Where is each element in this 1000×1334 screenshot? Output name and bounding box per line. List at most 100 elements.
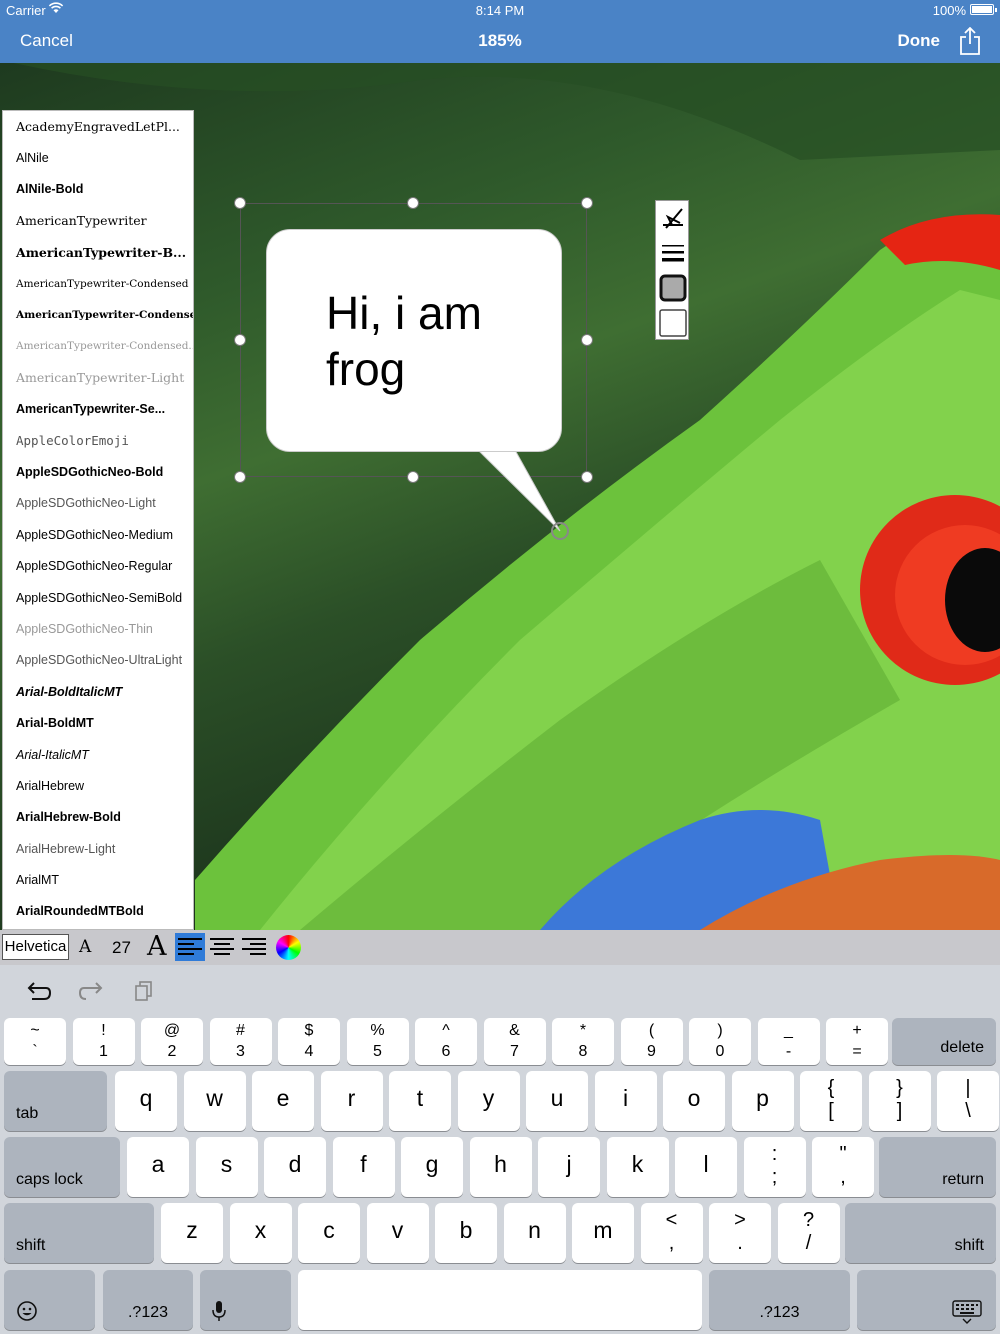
key-y[interactable]: y [457, 1071, 520, 1131]
key-label: 7 [510, 1043, 519, 1060]
align-center-icon[interactable] [207, 933, 237, 961]
key-t[interactable]: t [389, 1071, 451, 1131]
key-label: shift [954, 1237, 984, 1254]
key-a[interactable]: a [127, 1137, 189, 1197]
key-9[interactable]: (9 [620, 1018, 683, 1065]
key-1[interactable]: ! 1 [72, 1018, 135, 1065]
key-p[interactable]: p [731, 1071, 794, 1131]
key-][interactable]: }] [868, 1071, 931, 1131]
key-`[interactable]: ~ ` [4, 1018, 66, 1065]
key-;[interactable]: :; [743, 1137, 806, 1197]
tab-key[interactable]: tab [4, 1071, 107, 1131]
bubble-text[interactable]: Hi, i am frog [326, 285, 546, 397]
key-label: < [665, 1209, 678, 1231]
key-label: 0 [715, 1043, 725, 1060]
microphone-key[interactable] [200, 1270, 291, 1330]
key-label: . [737, 1232, 743, 1254]
key-label: * [579, 1022, 587, 1039]
emoji-key[interactable] [4, 1270, 95, 1330]
key-=[interactable]: + = [826, 1018, 888, 1065]
key-u[interactable]: u [526, 1071, 588, 1131]
key-[[interactable]: {[ [800, 1071, 862, 1131]
caps-lock-key[interactable]: caps lock [4, 1137, 120, 1197]
key-w[interactable]: w [183, 1071, 246, 1131]
line-weight-icon[interactable] [658, 238, 688, 268]
color-wheel-icon[interactable] [276, 935, 301, 960]
key-label: _ [784, 1022, 793, 1039]
align-right-icon[interactable] [239, 933, 269, 961]
keyboard-hide-key[interactable] [857, 1270, 996, 1330]
fill-icon[interactable] [658, 273, 688, 303]
tail-handle[interactable] [551, 522, 569, 540]
key-n[interactable]: n [503, 1203, 566, 1263]
key-label: b [459, 1217, 473, 1243]
key-b[interactable]: b [435, 1203, 497, 1263]
redo-icon[interactable] [78, 980, 104, 1002]
style-toolbar [655, 200, 689, 340]
key-d[interactable]: d [264, 1137, 326, 1197]
key-0[interactable]: ) 0 [689, 1018, 751, 1065]
key-3[interactable]: #3 [209, 1018, 272, 1065]
key--[interactable]: _ - [757, 1018, 820, 1065]
microphone-icon [212, 1301, 226, 1321]
shift-right-key[interactable]: shift [845, 1203, 996, 1263]
delete-key[interactable]: delete [892, 1018, 996, 1065]
numbers-right-key[interactable]: .?123 [709, 1270, 850, 1330]
key-j[interactable]: j [538, 1137, 600, 1197]
key-5[interactable]: % 5 [346, 1018, 409, 1065]
key-label: $ [304, 1022, 314, 1039]
key-c[interactable]: c [298, 1203, 360, 1263]
key-,[interactable]: <, [640, 1203, 703, 1263]
key-label: delete [940, 1039, 984, 1056]
key-.[interactable]: >. [709, 1203, 771, 1263]
key-l[interactable]: l [675, 1137, 737, 1197]
key-label: { [827, 1077, 835, 1099]
key-h[interactable]: h [469, 1137, 532, 1197]
key-label: f [360, 1151, 367, 1177]
space-key[interactable] [298, 1270, 702, 1330]
align-left-icon[interactable] [175, 933, 205, 961]
key-label: ^ [442, 1022, 450, 1039]
key-e[interactable]: e [252, 1071, 314, 1131]
key-label: z [186, 1217, 198, 1243]
key-label: m [593, 1217, 613, 1243]
key-g[interactable]: g [401, 1137, 463, 1197]
key-r[interactable]: r [320, 1071, 383, 1131]
key-label: k [631, 1151, 644, 1177]
outline-icon[interactable] [658, 308, 688, 338]
key-z[interactable]: z [161, 1203, 223, 1263]
key-label: 2 [167, 1043, 177, 1060]
key-label: ) [717, 1022, 723, 1039]
key-o[interactable]: o [663, 1071, 725, 1131]
undo-icon[interactable] [26, 980, 52, 1002]
key-/[interactable]: ? / [777, 1203, 840, 1263]
shift-left-key[interactable]: shift [4, 1203, 154, 1263]
key-label: + [852, 1022, 862, 1039]
font-name-field[interactable]: Helvetica [2, 934, 69, 960]
key-,[interactable]: ", [812, 1137, 874, 1197]
key-f[interactable]: f [332, 1137, 395, 1197]
paste-icon[interactable] [132, 980, 158, 1002]
key-6[interactable]: ^ 6 [415, 1018, 477, 1065]
key-7[interactable]: & 7 [483, 1018, 546, 1065]
emoji-icon [17, 1301, 37, 1321]
key-\[interactable]: | \ [937, 1071, 999, 1131]
key-2[interactable]: @2 [141, 1018, 203, 1065]
key-k[interactable]: k [606, 1137, 669, 1197]
pen-icon[interactable] [658, 203, 688, 233]
key-i[interactable]: i [594, 1071, 657, 1131]
key-label: 8 [578, 1043, 588, 1060]
key-m[interactable]: m [572, 1203, 634, 1263]
key-x[interactable]: x [229, 1203, 292, 1263]
decrease-font-size-button[interactable]: A [79, 937, 91, 957]
increase-font-size-button[interactable]: A [147, 931, 167, 962]
key-8[interactable]: * 8 [552, 1018, 614, 1065]
key-s[interactable]: s [195, 1137, 258, 1197]
numbers-left-key[interactable]: .?123 [103, 1270, 193, 1330]
key-v[interactable]: v [366, 1203, 429, 1263]
key-label: , [840, 1166, 846, 1188]
key-q[interactable]: q [115, 1071, 177, 1131]
return-key[interactable]: return [879, 1137, 996, 1197]
key-4[interactable]: $4 [278, 1018, 340, 1065]
key-label: d [288, 1151, 302, 1177]
